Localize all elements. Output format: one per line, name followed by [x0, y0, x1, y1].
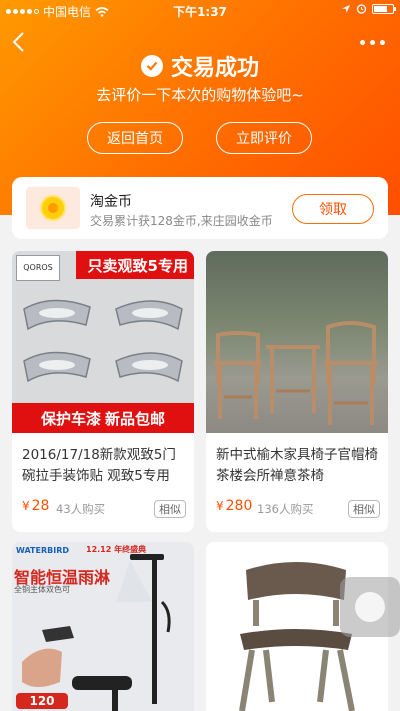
alarm-icon [356, 4, 367, 14]
product-name: 2016/17/18新款观致5门碗拉手装饰贴 观致5专用 [22, 447, 176, 484]
page-title: 交易成功 [0, 50, 400, 82]
floating-assistive-button[interactable] [340, 577, 400, 637]
subtitle: 去评价一下本次的购物体验吧~ [96, 86, 304, 104]
product-image: QOROS 只卖观致5专用 保护车漆 新品包邮 [12, 251, 194, 433]
product-banner-bottom: 保护车漆 新品包邮 [12, 403, 194, 433]
similar-button[interactable]: 相似 [154, 500, 186, 518]
brand-logo: QOROS [16, 255, 60, 281]
status-bar: 中国电信 下午1:37 [0, 0, 400, 20]
gold-coin-card: 淘金币 交易累计获128金币,来庄园收金币 领取 [12, 177, 388, 239]
product-card[interactable]: QOROS 只卖观致5专用 保护车漆 新品包邮 2016/17/18新款观致5门… [12, 251, 194, 532]
claim-button[interactable]: 领取 [292, 194, 374, 224]
product-price: ¥280 [216, 498, 253, 514]
product-name: 新中式榆木家具椅子官帽椅茶楼会所禅意茶椅 [216, 447, 378, 484]
promo-price-badge: 120 [16, 693, 68, 709]
product-sold-count: 43人购买 [56, 502, 106, 516]
clock: 下午1:37 [173, 5, 227, 19]
review-button[interactable]: 立即评价 [216, 122, 312, 154]
product-sold-count: 136人购买 [257, 502, 314, 516]
product-image: WATERBIRD 12.12 年终盛典 智能恒温雨淋 全铜主体双色可 120 [12, 542, 194, 711]
product-card[interactable]: WATERBIRD 12.12 年终盛典 智能恒温雨淋 全铜主体双色可 120 [12, 542, 194, 711]
location-icon [342, 4, 350, 13]
similar-button[interactable]: 相似 [348, 500, 380, 518]
product-price: ¥28 [22, 498, 50, 514]
home-button[interactable]: 返回首页 [87, 122, 183, 154]
product-image [206, 251, 388, 433]
gold-coin-icon [26, 187, 80, 229]
coin-card-title: 淘金币 [90, 194, 132, 210]
battery-icon [372, 3, 396, 14]
check-circle-icon [140, 55, 163, 77]
product-card[interactable]: 新中式榆木家具椅子官帽椅茶楼会所禅意茶椅 ¥280 136人购买 相似 [206, 251, 388, 532]
coin-card-description: 交易累计获128金币,来庄园收金币 [90, 214, 273, 228]
title-text: 交易成功 [170, 56, 259, 81]
product-banner-top: 只卖观致5专用 [75, 251, 194, 279]
